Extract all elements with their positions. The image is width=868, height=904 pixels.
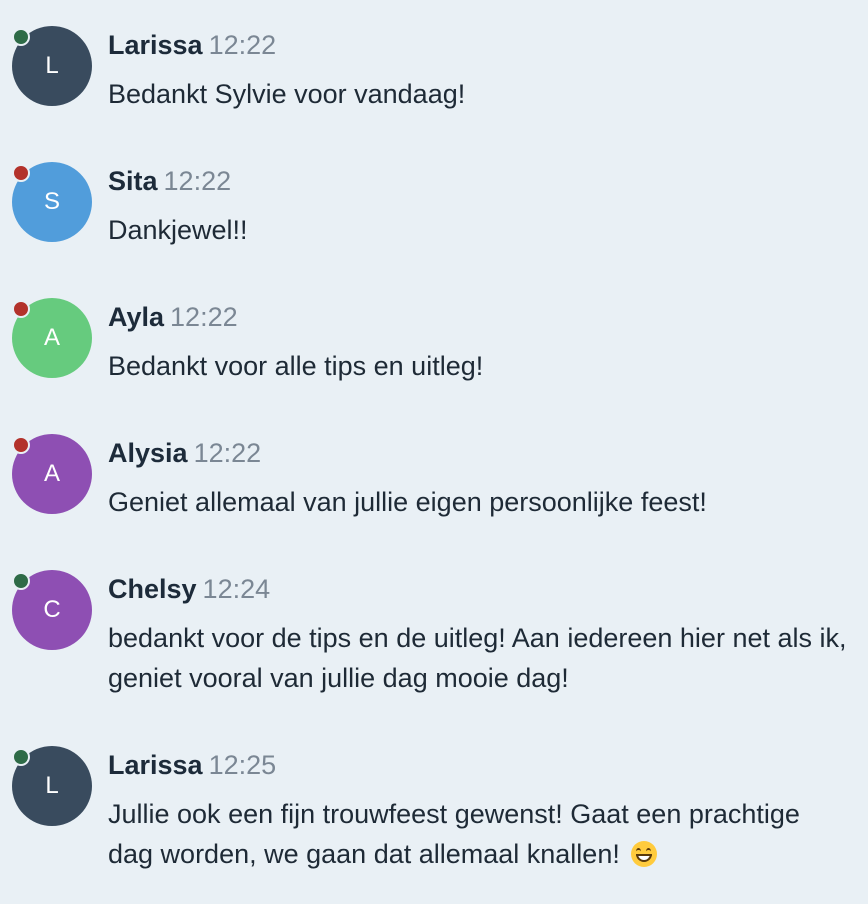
message-text: Dankjewel!! (108, 215, 248, 245)
avatar-letter: S (43, 188, 60, 215)
message-time: 12:22 (193, 438, 262, 468)
avatar-letter: C (43, 596, 61, 623)
message-text: Bedankt voor alle tips en uitleg! (108, 351, 484, 381)
status-indicator (12, 300, 30, 318)
avatar-letter: A (43, 460, 60, 487)
avatar-letter: L (45, 772, 59, 799)
status-indicator (12, 436, 30, 454)
sender-name[interactable]: Sita (108, 166, 158, 196)
chat-message-list: L Larissa 12:22 Bedankt Sylvie voor vanda… (0, 0, 868, 904)
message-time: 12:22 (170, 302, 238, 332)
message-time: 12:24 (202, 574, 271, 604)
message-header: Chelsy 12:24 (108, 572, 270, 606)
message-header: Alysia 12:22 (108, 436, 261, 470)
message-text: bedankt voor de tips en de uitleg! Aan i… (108, 623, 847, 693)
sender-name[interactable]: Larissa (108, 750, 203, 780)
avatar-letter: A (43, 324, 60, 351)
status-indicator (12, 28, 30, 46)
message-text: Geniet allemaal van jullie eigen persoon… (108, 487, 707, 517)
sender-name[interactable]: Larissa (108, 30, 203, 60)
message-header: Sita 12:22 (108, 164, 231, 198)
status-indicator (12, 572, 30, 590)
sender-name[interactable]: Alysia (108, 438, 188, 468)
sender-name[interactable]: Chelsy (108, 574, 197, 604)
sender-name[interactable]: Ayla (108, 302, 164, 332)
message-time: 12:22 (208, 30, 277, 60)
grinning-face-icon (631, 841, 658, 867)
message-header: Ayla 12:22 (108, 300, 238, 334)
message-text: Jullie ook een fijn trouwfeest gewenst! … (108, 799, 800, 869)
message-header: Larissa 12:25 (108, 748, 276, 782)
message-header: Larissa 12:22 (108, 28, 276, 62)
message-time: 12:25 (208, 750, 277, 780)
status-indicator (12, 748, 30, 766)
status-indicator (12, 164, 30, 182)
message-time: 12:22 (163, 166, 232, 196)
message-body: Jullie ook een fijn trouwfeest gewenst! … (108, 794, 848, 874)
message-text: Bedankt Sylvie voor vandaag! (108, 79, 466, 109)
avatar-letter: L (45, 52, 59, 79)
